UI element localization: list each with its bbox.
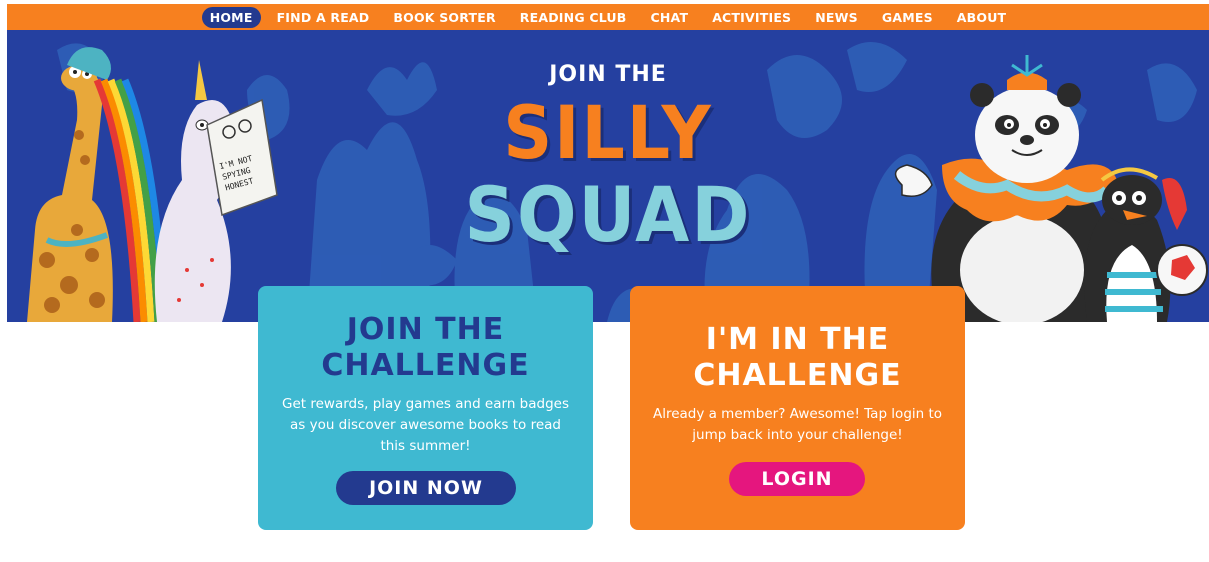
member-card-description: Already a member? Awesome! Tap login to … bbox=[652, 406, 943, 443]
member-card-title-line2: CHALLENGE bbox=[693, 358, 902, 393]
nav-item-about[interactable]: ABOUT bbox=[949, 7, 1015, 28]
member-challenge-card: I'M IN THE CHALLENGE Already a member? A… bbox=[630, 286, 965, 530]
nav-item-chat[interactable]: CHAT bbox=[643, 7, 697, 28]
join-card-title: JOIN THE CHALLENGE bbox=[258, 312, 593, 384]
member-card-title-line1: I'M IN THE bbox=[705, 322, 890, 357]
nav-item-activities[interactable]: ACTIVITIES bbox=[704, 7, 799, 28]
join-card-title-line1: JOIN THE bbox=[346, 312, 505, 347]
main-nav: HOME FIND A READ BOOK SORTER READING CLU… bbox=[7, 4, 1209, 30]
nav-item-games[interactable]: GAMES bbox=[874, 7, 941, 28]
nav-item-news[interactable]: NEWS bbox=[807, 7, 866, 28]
join-now-button[interactable]: JOIN NOW bbox=[336, 471, 516, 505]
logo-silly: SILLY bbox=[503, 90, 713, 177]
join-card-description: Get rewards, play games and earn badges … bbox=[282, 396, 569, 454]
login-button[interactable]: LOGIN bbox=[729, 462, 865, 496]
join-card-title-line2: CHALLENGE bbox=[321, 348, 530, 383]
hero-banner: I'M NOT SPYING HONEST JOIN THE SILLY SQU… bbox=[7, 30, 1209, 322]
nav-item-home[interactable]: HOME bbox=[201, 6, 261, 28]
nav-item-book-sorter[interactable]: BOOK SORTER bbox=[385, 7, 503, 28]
nav-item-reading-club[interactable]: READING CLUB bbox=[512, 7, 635, 28]
logo-squad: SQUAD bbox=[464, 170, 752, 260]
nav-item-find-a-read[interactable]: FIND A READ bbox=[269, 7, 378, 28]
join-challenge-card: JOIN THE CHALLENGE Get rewards, play gam… bbox=[258, 286, 593, 530]
member-card-title: I'M IN THE CHALLENGE bbox=[630, 322, 965, 394]
hero-join-text: JOIN THE bbox=[549, 62, 667, 87]
